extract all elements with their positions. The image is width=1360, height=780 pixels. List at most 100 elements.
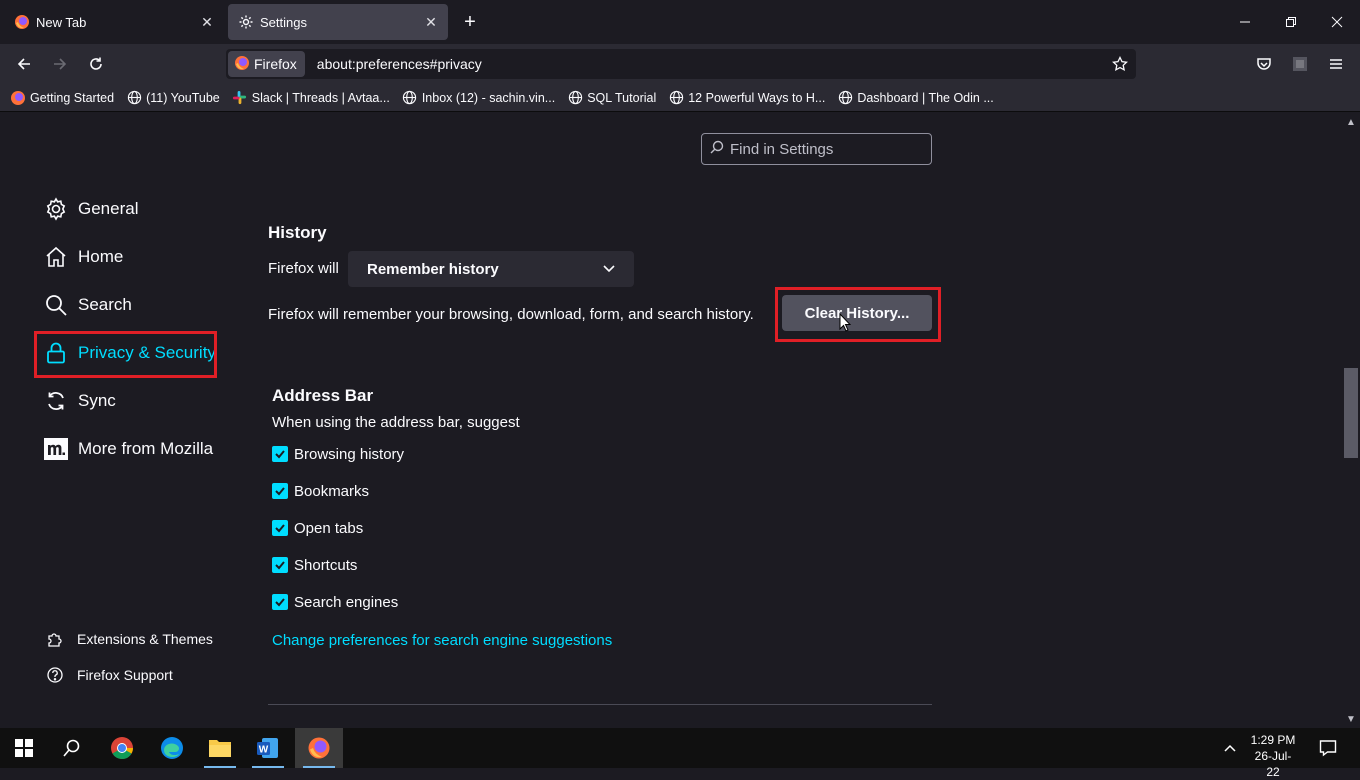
bookmark-item[interactable]: Inbox (12) - sachin.vin... (402, 90, 555, 106)
address-bar-intro: When using the address bar, suggest (272, 414, 520, 431)
forward-icon[interactable] (46, 50, 74, 78)
footer-link-label: Extensions & Themes (77, 631, 213, 647)
find-in-settings-field[interactable] (701, 133, 932, 165)
identity-box[interactable]: Firefox (228, 51, 305, 77)
close-tab-icon[interactable]: ✕ (422, 13, 440, 31)
checkmark-icon (272, 557, 288, 573)
windows-taskbar: W 1:29 PM 26-Jul-22 (0, 728, 1360, 779)
puzzle-icon (46, 630, 64, 648)
globe-icon (837, 90, 853, 106)
sidebar-item-general[interactable]: General (44, 191, 138, 227)
open-tabs-checkbox[interactable]: Open tabs (272, 518, 363, 538)
globe-icon (567, 90, 583, 106)
address-bar-heading: Address Bar (272, 386, 374, 405)
checkmark-icon (272, 594, 288, 610)
checkbox-label: Bookmarks (294, 482, 370, 500)
sync-icon (44, 389, 68, 413)
clock-date: 26-Jul-22 (1254, 749, 1292, 779)
footer-link-label: Firefox Support (77, 667, 173, 683)
vertical-scrollbar[interactable]: ▲ ▼ (1342, 113, 1360, 728)
bookmarks-toolbar: Getting Started (11) YouTube Slack | Thr… (0, 84, 1360, 112)
notification-icon[interactable] (1304, 728, 1352, 768)
checkbox-label: Browsing history (294, 445, 405, 463)
help-icon (46, 666, 64, 684)
sidebar-item-search[interactable]: Search (44, 287, 132, 323)
menu-icon[interactable] (1322, 50, 1350, 78)
bookmark-label: Slack | Threads | Avtaa... (251, 90, 390, 105)
new-tab-button[interactable]: + (458, 10, 482, 34)
system-clock[interactable]: 1:29 PM 26-Jul-22 (1250, 732, 1296, 780)
bookmark-label: Dashboard | The Odin ... (857, 90, 994, 105)
bookmark-star-icon[interactable] (1110, 54, 1130, 74)
search-icon (710, 140, 724, 158)
checkmark-icon (272, 446, 288, 462)
bookmark-label: Getting Started (30, 90, 115, 105)
search-icon (44, 293, 68, 317)
search-input[interactable] (730, 140, 920, 158)
globe-icon (402, 90, 418, 106)
search-suggestions-preferences-link[interactable]: Change preferences for search engine sug… (272, 632, 612, 649)
history-description: Firefox will remember your browsing, dow… (268, 306, 754, 323)
home-icon (44, 245, 68, 269)
firefox-icon (14, 14, 30, 30)
maximize-icon[interactable] (1268, 0, 1314, 44)
history-mode-select[interactable]: Remember history (348, 251, 634, 287)
extensions-themes-link[interactable]: Extensions & Themes (46, 627, 213, 651)
sidebar-item-home[interactable]: Home (44, 239, 123, 275)
minimize-icon[interactable] (1222, 0, 1268, 44)
tab-settings[interactable]: Settings ✕ (228, 4, 448, 40)
search-engines-checkbox[interactable]: Search engines (272, 592, 398, 612)
close-icon[interactable] (1314, 0, 1360, 44)
bookmark-label: (11) YouTube (146, 90, 220, 105)
bookmark-item[interactable]: 12 Powerful Ways to H... (668, 90, 825, 106)
tab-title: New Tab (36, 14, 87, 30)
sidebar-item-more-from-mozilla[interactable]: More from Mozilla (44, 431, 213, 467)
gear-icon (44, 197, 68, 221)
chevron-up-icon[interactable] (1206, 728, 1254, 768)
windows-start-icon[interactable] (0, 728, 48, 768)
highlight-box (34, 331, 217, 378)
chrome-icon[interactable] (98, 728, 146, 768)
bookmarks-checkbox[interactable]: Bookmarks (272, 481, 369, 501)
extension-icon[interactable] (1286, 50, 1314, 78)
checkbox-label: Shortcuts (294, 556, 358, 574)
url-bar[interactable]: Firefox about:preferences#privacy (226, 49, 1136, 79)
scrollbar-thumb[interactable] (1344, 368, 1358, 458)
bookmark-item[interactable]: Slack | Threads | Avtaa... (232, 90, 390, 106)
close-tab-icon[interactable]: ✕ (198, 13, 216, 31)
checkmark-icon (272, 520, 288, 536)
sidebar-item-label: Search (78, 295, 132, 314)
sidebar-item-label: Sync (78, 391, 116, 410)
svg-text:W: W (259, 745, 269, 756)
mouse-cursor-icon (839, 312, 852, 337)
bookmark-label: 12 Powerful Ways to H... (688, 90, 826, 105)
browsing-history-checkbox[interactable]: Browsing history (272, 444, 404, 464)
history-heading: History (268, 223, 327, 242)
pocket-icon[interactable] (1250, 50, 1278, 78)
identity-label: Firefox (254, 56, 297, 72)
file-explorer-icon[interactable] (196, 728, 244, 768)
slack-icon (232, 90, 248, 106)
firefox-taskbar-icon[interactable] (295, 728, 343, 768)
bookmark-item[interactable]: (11) YouTube (126, 90, 220, 106)
search-icon[interactable] (48, 728, 96, 768)
sidebar-item-sync[interactable]: Sync (44, 383, 116, 419)
edge-icon[interactable] (148, 728, 196, 768)
scroll-up-icon[interactable]: ▲ (1345, 116, 1357, 128)
reload-icon[interactable] (82, 50, 110, 78)
word-icon[interactable]: W (244, 728, 292, 768)
bookmark-item[interactable]: SQL Tutorial (567, 90, 656, 106)
section-divider (268, 704, 932, 705)
back-icon[interactable] (10, 50, 38, 78)
scroll-down-icon[interactable]: ▼ (1345, 713, 1357, 725)
bookmark-item[interactable]: Getting Started (10, 90, 114, 106)
tab-bar: New Tab ✕ Settings ✕ + (0, 0, 1360, 44)
bookmark-item[interactable]: Dashboard | The Odin ... (837, 90, 994, 106)
sidebar-item-label: More from Mozilla (78, 439, 214, 458)
gear-icon (238, 14, 254, 30)
shortcuts-checkbox[interactable]: Shortcuts (272, 555, 357, 575)
firefox-support-link[interactable]: Firefox Support (46, 663, 173, 687)
settings-page: General Home Search Privacy & Security S… (0, 113, 1360, 728)
url-text[interactable]: about:preferences#privacy (317, 56, 482, 72)
tab-new-tab[interactable]: New Tab ✕ (4, 4, 224, 40)
